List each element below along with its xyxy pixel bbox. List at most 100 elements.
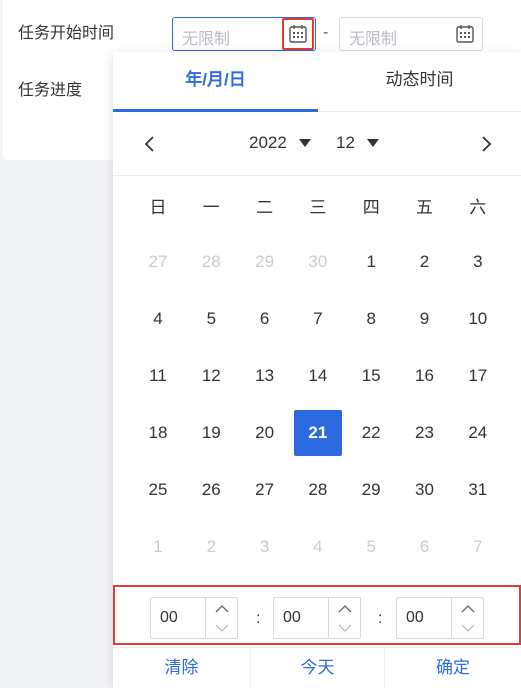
day-cell[interactable]: 14 <box>294 353 342 399</box>
minute-value: 00 <box>283 609 301 626</box>
day-cell[interactable]: 3 <box>454 239 502 285</box>
chevron-down-icon <box>461 624 474 632</box>
day-cell[interactable]: 8 <box>347 296 395 342</box>
day-cell[interactable]: 20 <box>241 410 289 456</box>
day-cell[interactable]: 19 <box>187 410 235 456</box>
day-cell[interactable]: 6 <box>401 524 449 570</box>
tab-dynamic-time[interactable]: 动态时间 <box>318 52 521 112</box>
day-cell[interactable]: 26 <box>187 467 235 513</box>
day-cell[interactable]: 16 <box>401 353 449 399</box>
second-value: 00 <box>406 609 424 626</box>
chevron-up-icon <box>338 604 351 612</box>
chevron-down-icon <box>215 624 228 632</box>
day-cell[interactable]: 18 <box>134 410 182 456</box>
start-date-placeholder: 无限制 <box>182 31 231 48</box>
day-cell[interactable]: 17 <box>454 353 502 399</box>
day-cell[interactable]: 1 <box>134 524 182 570</box>
hour-stepper-buttons <box>205 598 237 638</box>
start-time-label: 任务开始时间 <box>18 25 115 42</box>
time-separator: : <box>378 610 383 627</box>
minute-decrement[interactable] <box>329 618 360 638</box>
day-cell[interactable]: 2 <box>401 239 449 285</box>
start-calendar-button[interactable] <box>282 18 314 50</box>
clear-button[interactable]: 清除 <box>113 648 250 688</box>
day-cell[interactable]: 5 <box>187 296 235 342</box>
day-cell[interactable]: 4 <box>134 296 182 342</box>
picker-footer: 清除 今天 确定 <box>113 647 521 688</box>
day-cell[interactable]: 1 <box>347 239 395 285</box>
second-stepper[interactable]: 00 <box>396 597 484 639</box>
day-cell[interactable]: 6 <box>241 296 289 342</box>
chevron-down-icon <box>338 624 351 632</box>
day-cell-selected[interactable]: 21 <box>293 410 342 456</box>
hour-value: 00 <box>160 609 178 626</box>
year-value: 2022 <box>249 133 287 152</box>
start-date-input[interactable]: 无限制 <box>172 17 316 51</box>
day-cell[interactable]: 12 <box>187 353 235 399</box>
end-calendar-button[interactable] <box>449 18 481 50</box>
day-cell[interactable]: 3 <box>241 524 289 570</box>
active-tab-indicator <box>113 109 318 112</box>
weekday-header: 三 <box>309 197 327 217</box>
day-cell[interactable]: 30 <box>294 239 342 285</box>
day-cell[interactable]: 10 <box>454 296 502 342</box>
day-cell[interactable]: 28 <box>187 239 235 285</box>
caret-down-icon <box>366 139 379 147</box>
hour-stepper[interactable]: 00 <box>150 597 238 639</box>
end-date-input[interactable]: 无限制 <box>339 17 483 51</box>
chevron-up-icon <box>215 604 228 612</box>
year-select[interactable]: 2022 <box>249 133 311 153</box>
time-separator: : <box>256 610 261 627</box>
day-cell[interactable]: 30 <box>401 467 449 513</box>
weekday-header: 二 <box>256 197 274 217</box>
day-cell[interactable]: 29 <box>241 239 289 285</box>
weekday-header: 一 <box>202 197 220 217</box>
day-cell[interactable]: 25 <box>134 467 182 513</box>
day-cell[interactable]: 31 <box>454 467 502 513</box>
range-separator: - <box>323 24 329 41</box>
day-cell[interactable]: 7 <box>294 296 342 342</box>
month-navigation: 2022 12 <box>113 114 521 176</box>
date-picker-popup: 年/月/日 动态时间 2022 12 日一二三四五六 27 28 29 30 1 2 3 4 5 6… <box>113 52 521 688</box>
day-cell[interactable]: 7 <box>454 524 502 570</box>
next-month-button[interactable] <box>474 132 498 156</box>
second-decrement[interactable] <box>452 618 483 638</box>
progress-label: 任务进度 <box>18 82 83 99</box>
minute-stepper-buttons <box>328 598 360 638</box>
second-stepper-buttons <box>451 598 483 638</box>
day-cell[interactable]: 15 <box>347 353 395 399</box>
day-cell[interactable]: 2 <box>187 524 235 570</box>
prev-month-button[interactable] <box>138 132 162 156</box>
minute-stepper[interactable]: 00 <box>273 597 361 639</box>
chevron-up-icon <box>461 604 474 612</box>
day-cell[interactable]: 24 <box>454 410 502 456</box>
day-cell[interactable]: 27 <box>241 467 289 513</box>
end-date-placeholder: 无限制 <box>349 31 398 48</box>
day-cell[interactable]: 4 <box>294 524 342 570</box>
weekday-header: 日 <box>149 197 167 217</box>
day-cell[interactable]: 27 <box>134 239 182 285</box>
day-cell[interactable]: 28 <box>294 467 342 513</box>
day-cell[interactable]: 22 <box>347 410 395 456</box>
picker-tabs: 年/月/日 动态时间 <box>113 52 521 112</box>
second-increment[interactable] <box>452 598 483 618</box>
day-cell[interactable]: 9 <box>401 296 449 342</box>
time-selector: 00 : 00 : 00 <box>113 585 521 645</box>
minute-increment[interactable] <box>329 598 360 618</box>
weekday-header: 五 <box>416 197 433 217</box>
confirm-button[interactable]: 确定 <box>385 648 521 688</box>
today-button[interactable]: 今天 <box>251 648 384 688</box>
day-cell[interactable]: 23 <box>401 410 449 456</box>
day-cell[interactable]: 11 <box>134 353 182 399</box>
calendar-icon <box>289 25 307 43</box>
hour-increment[interactable] <box>206 598 237 618</box>
day-cell[interactable]: 13 <box>241 353 289 399</box>
day-cell[interactable]: 5 <box>347 524 395 570</box>
month-select[interactable]: 12 <box>336 133 379 153</box>
chevron-right-icon <box>482 136 492 152</box>
hour-decrement[interactable] <box>206 618 237 638</box>
tab-date[interactable]: 年/月/日 <box>113 52 318 112</box>
calendar-icon <box>456 25 474 43</box>
day-cell[interactable]: 29 <box>347 467 395 513</box>
weekday-header: 四 <box>362 197 380 217</box>
